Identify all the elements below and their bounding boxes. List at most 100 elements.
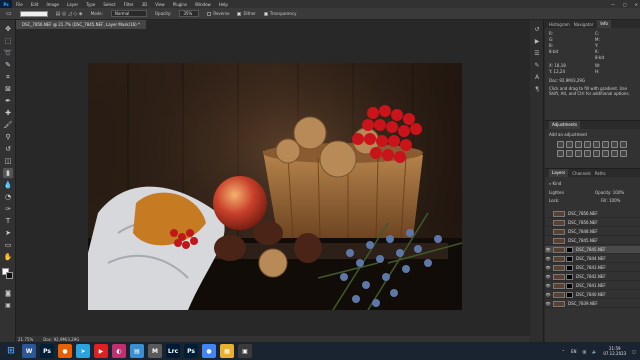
language-indicator[interactable]: EN xyxy=(571,349,577,354)
path-select-tool-icon[interactable]: ➤ xyxy=(3,228,13,238)
actions-panel-icon[interactable]: ▶ xyxy=(533,38,541,46)
taskbar-app-icon[interactable]: ● xyxy=(58,344,72,358)
taskbar-app-icon[interactable]: ▣ xyxy=(238,344,252,358)
hand-tool-icon[interactable]: ✋ xyxy=(3,252,13,262)
minimize-button[interactable]: — xyxy=(611,2,615,7)
gradient-type-icons[interactable]: ▤ ◎ ◿ ◇ ◈ xyxy=(56,11,83,17)
mode-select[interactable]: Normal xyxy=(110,10,147,17)
visibility-eye-icon[interactable]: 👁 xyxy=(545,300,551,308)
layer-row[interactable]: 👁 DSC_7842.NEF xyxy=(545,273,640,281)
tab-channels[interactable]: Channels xyxy=(572,171,591,176)
healing-brush-tool-icon[interactable]: ✚ xyxy=(3,108,13,118)
levels-icon[interactable] xyxy=(566,141,573,148)
menu-window[interactable]: Window xyxy=(191,2,215,7)
taskbar-app-icon[interactable]: ▶ xyxy=(94,344,108,358)
tab-navigator[interactable]: Navigator xyxy=(574,22,594,27)
move-tool-icon[interactable]: ✥ xyxy=(3,24,13,34)
zoom-level[interactable]: 21.75% xyxy=(18,337,33,342)
menu-layer[interactable]: Layer xyxy=(63,2,82,7)
threshold-icon[interactable] xyxy=(602,150,609,157)
taskbar-app-icon[interactable]: ◐ xyxy=(112,344,126,358)
gradient-tool-icon[interactable]: ▮ xyxy=(3,168,13,178)
menu-select[interactable]: Select xyxy=(99,2,119,7)
layer-row[interactable]: 👁 DSC_7844.NEF xyxy=(545,255,640,263)
tab-info[interactable]: Info xyxy=(597,20,611,28)
brush-tool-icon[interactable]: 🖌 xyxy=(3,120,13,130)
layer-filter-kind[interactable]: ⌕ Kind xyxy=(549,181,561,186)
layer-row[interactable]: 👁 DSC_7840.NEF xyxy=(545,291,640,299)
menu-filter[interactable]: Filter xyxy=(120,2,138,7)
layer-row[interactable]: DSC_7856.NEF xyxy=(545,219,640,227)
black-white-icon[interactable] xyxy=(620,141,627,148)
marquee-tool-icon[interactable]: ⬚ xyxy=(3,36,13,46)
visibility-eye-icon[interactable]: 👁 xyxy=(545,246,551,254)
taskbar-app-icon[interactable]: ➤ xyxy=(76,344,90,358)
layer-row[interactable]: DSC_7848.NEF xyxy=(545,228,640,236)
brush-panel-icon[interactable]: ✎ xyxy=(533,62,541,70)
curves-icon[interactable] xyxy=(575,141,582,148)
visibility-eye-icon[interactable]: 👁 xyxy=(545,273,551,281)
background-color-swatch[interactable] xyxy=(6,272,13,279)
frame-tool-icon[interactable]: ⊠ xyxy=(3,84,13,94)
visibility-eye-icon[interactable] xyxy=(545,228,551,236)
layer-row[interactable]: 👁 DSC_7841.NEF xyxy=(545,282,640,290)
layer-opacity[interactable]: Opacity: 100% xyxy=(595,190,624,195)
taskbar-app-icon[interactable]: ▦ xyxy=(220,344,234,358)
taskbar-app-icon[interactable]: M xyxy=(148,344,162,358)
taskbar-app-icon[interactable]: Ps xyxy=(184,344,198,358)
posterize-icon[interactable] xyxy=(593,150,600,157)
hue-saturation-icon[interactable] xyxy=(602,141,609,148)
layer-mask-thumbnail[interactable] xyxy=(566,291,573,298)
screen-mode-icon[interactable]: ▣ xyxy=(3,300,13,310)
menu-file[interactable]: File xyxy=(12,2,27,7)
photo-filter-icon[interactable] xyxy=(557,150,564,157)
shape-tool-icon[interactable]: ▭ xyxy=(3,240,13,250)
menu-image[interactable]: Image xyxy=(42,2,63,7)
properties-panel-icon[interactable]: ☰ xyxy=(533,50,541,58)
menu-type[interactable]: Type xyxy=(82,2,99,7)
layer-mask-thumbnail[interactable] xyxy=(566,255,573,262)
channel-mixer-icon[interactable] xyxy=(566,150,573,157)
blur-tool-icon[interactable]: 💧 xyxy=(3,180,13,190)
dither-checkbox[interactable]: Dither xyxy=(237,11,256,16)
tab-paths[interactable]: Paths xyxy=(595,171,606,176)
maximize-button[interactable]: ▢ xyxy=(623,2,627,7)
taskbar-app-icon[interactable]: ▤ xyxy=(130,344,144,358)
visibility-eye-icon[interactable]: 👁 xyxy=(545,291,551,299)
menu-3d[interactable]: 3D xyxy=(138,2,152,7)
history-panel-icon[interactable]: ↺ xyxy=(533,26,541,34)
layer-mask-thumbnail[interactable] xyxy=(566,246,573,253)
invert-icon[interactable] xyxy=(584,150,591,157)
gradient-map-icon[interactable] xyxy=(611,150,618,157)
taskbar-app-icon[interactable]: W xyxy=(22,344,36,358)
document-tab[interactable]: DSC_7856.NEF @ 21.7% (DSC_7845.NEF, Laye… xyxy=(16,20,146,29)
layer-fill[interactable]: Fill: 100% xyxy=(601,198,620,203)
visibility-eye-icon[interactable]: 👁 xyxy=(545,255,551,263)
network-icon[interactable]: ▥ xyxy=(583,349,587,354)
color-lookup-icon[interactable] xyxy=(575,150,582,157)
clock[interactable]: 21:59 07.12.2023 xyxy=(603,346,626,356)
reverse-checkbox[interactable]: Reverse xyxy=(207,11,229,16)
history-brush-tool-icon[interactable]: ↺ xyxy=(3,144,13,154)
opacity-input[interactable]: 35% xyxy=(179,10,200,17)
quick-mask-icon[interactable]: ◙ xyxy=(3,288,13,298)
color-balance-icon[interactable] xyxy=(611,141,618,148)
eyedropper-tool-icon[interactable]: ✒ xyxy=(3,96,13,106)
type-tool-icon[interactable]: T xyxy=(3,216,13,226)
close-button[interactable]: ✕ xyxy=(635,2,638,7)
transparency-checkbox[interactable]: Transparency xyxy=(263,11,297,16)
lasso-tool-icon[interactable]: ➰ xyxy=(3,48,13,58)
character-panel-icon[interactable]: A xyxy=(533,74,541,82)
clone-stamp-tool-icon[interactable]: ⚲ xyxy=(3,132,13,142)
layer-mask-thumbnail[interactable] xyxy=(566,282,573,289)
visibility-eye-icon[interactable]: 👁 xyxy=(545,282,551,290)
visibility-eye-icon[interactable] xyxy=(545,219,551,227)
layer-mask-thumbnail[interactable] xyxy=(566,264,573,271)
tab-layers[interactable]: Layers xyxy=(549,169,569,177)
layer-row[interactable]: 👁 DSC_7839.NEF xyxy=(545,300,640,308)
brightness-contrast-icon[interactable] xyxy=(557,141,564,148)
layer-row[interactable]: DSC_7845.NEF xyxy=(545,237,640,245)
selective-color-icon[interactable] xyxy=(620,150,627,157)
tab-adjustments[interactable]: Adjustments xyxy=(549,121,581,129)
layer-row[interactable]: 👁 DSC_7843.NEF xyxy=(545,264,640,272)
